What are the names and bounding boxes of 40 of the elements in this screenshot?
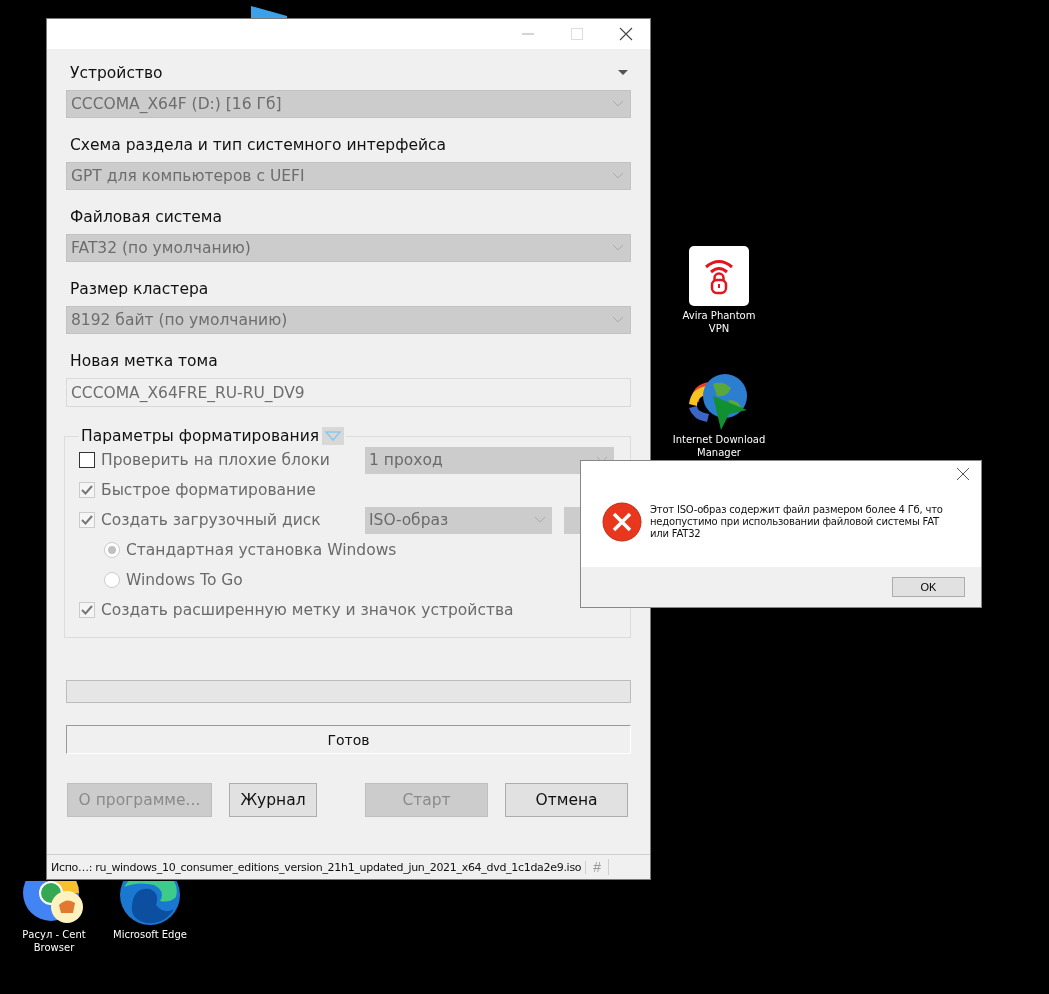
dropdown-field[interactable]: 1 проход [365,446,614,474]
option-label: Создать загрузочный диск [101,511,321,529]
lock-wifi-icon[interactable] [689,246,749,306]
desktop-icon-label: Расул - Cent Browser [21,928,87,954]
option-label: Проверить на плохие блоки [101,451,330,469]
option-label: Windows To Go [126,571,243,589]
field-label: Устройство [70,64,163,82]
error-icon [602,502,642,542]
ok-button[interactable]: OK [892,577,965,597]
close-icon[interactable] [955,466,971,482]
status-field: Готов [66,725,631,754]
expand-toggle-icon[interactable] [322,427,345,445]
field-label: Схема раздела и тип системного интерфейса [70,136,447,154]
field-label: Файловая система [70,208,223,226]
dropdown-menu-icon[interactable] [617,69,629,77]
chevron-down-icon [612,244,624,252]
option-label: Создать расширенную метку и значок устройства [101,601,514,619]
dropdown-field[interactable]: 8192 байт (по умолчанию) [66,306,631,334]
chevron-down-icon [612,100,624,108]
chevron-down-icon [612,172,624,180]
field-label: Размер кластера [70,280,209,298]
dropdown-field[interactable]: FAT32 (по умолчанию) [66,234,631,262]
dropdown-field[interactable]: CCCOMA_X64F (D:) [16 Гб] [66,90,631,118]
status-bar-text: Испо…: ru_windows_10_consumer_editions_version_21h1_updated_jun_2021_x64_dvd_1c1da2e9.iso [47,860,587,874]
desktop-icon-label: Microsoft Edge [112,928,188,941]
dialog-button[interactable]: Отмена [505,783,628,817]
checkbox[interactable] [79,452,95,468]
group-title: Параметры форматирования [81,427,320,445]
field-label: Новая метка тома [70,352,218,370]
status-bar-mark: # [586,859,610,875]
desktop-icon-label: Avira Phantom VPN [681,309,757,335]
chevron-down-icon [534,516,546,524]
desktop-icon-label: Internet Download Manager [671,433,767,459]
option-label: Стандартная установка Windows [126,541,397,559]
dropdown-field[interactable]: GPT для компьютеров с UEFI [66,162,631,190]
chevron-down-icon [612,316,624,324]
dialog-button[interactable]: Журнал [229,783,317,817]
text-field[interactable]: CCCOMA_X64FRE_RU-RU_DV9 [66,378,631,407]
error-message: Этот ISO-образ содержит файл размером более 4 Гб, что недопустимо при использовании файловой системы FAT или FAT32 [650,504,944,540]
option-label: Быстрое форматирование [101,481,316,499]
